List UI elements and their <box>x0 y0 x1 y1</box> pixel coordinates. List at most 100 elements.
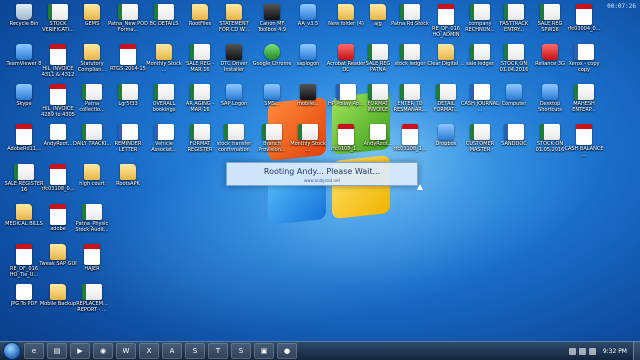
teamviewer-icon[interactable]: T <box>208 343 228 359</box>
excel-file-icon <box>470 124 490 140</box>
desktop-icon[interactable]: RootsAPK <box>108 164 148 187</box>
excel-file-icon <box>190 124 210 140</box>
excel-file-icon <box>118 84 138 100</box>
media-player-icon[interactable]: ▶ <box>70 343 90 359</box>
desktop-icon[interactable]: Xerox - copy copy <box>564 44 604 73</box>
desktop-icon[interactable]: REPLACEM... REPORT - ... <box>72 284 112 313</box>
flag-icon[interactable] <box>588 347 596 355</box>
folder-icon <box>120 164 136 180</box>
excel-file-icon <box>154 4 174 20</box>
desktop-icon[interactable]: STATEMENT FOR CD W... <box>214 4 254 33</box>
sap-icon[interactable]: S <box>231 343 251 359</box>
desktop-icon[interactable]: GEMS <box>72 4 112 27</box>
desktop-icon[interactable]: RTGS 2014-15 <box>108 44 148 72</box>
desktop-icon[interactable]: Computer <box>494 84 534 107</box>
andy-icon[interactable]: ▣ <box>254 343 274 359</box>
desktop-icon[interactable]: Canon MF Toolbox 4.9 <box>252 4 292 33</box>
desktop-icon[interactable]: MAHESH ENTERP... <box>564 84 604 113</box>
excel-file-icon <box>436 84 456 100</box>
dialog-message: Rooting Andy... Please Wait... <box>263 167 381 176</box>
desktop-icon[interactable]: OVERALL bookings <box>144 84 184 113</box>
desktop-icon[interactable]: Statutory Complian... <box>72 44 112 73</box>
desktop-icon-label: Lgr5f33 <box>118 101 138 107</box>
desktop-icon[interactable]: SMS... <box>252 84 292 107</box>
excel-icon[interactable]: X <box>139 343 159 359</box>
acrobat-icon <box>338 44 354 60</box>
desktop-icon[interactable]: SANDDOC <box>494 124 534 147</box>
desktop-icon[interactable]: Lgr5f33 <box>108 84 148 107</box>
sap-icon <box>226 84 242 100</box>
desktop-icon[interactable]: Vehicle Associat... <box>144 124 184 153</box>
desktop-icon[interactable]: ENTER TO RESMANAR... <box>390 84 430 113</box>
desktop-icon[interactable]: Patna_New POD Forma... <box>108 4 148 33</box>
pdf-file-icon <box>16 244 32 265</box>
desktop-icon[interactable]: rfc03108_1... <box>390 124 430 152</box>
taskbar-clock[interactable]: 9:32 PM <box>603 348 627 355</box>
desktop-icon-label: Computer <box>501 101 527 107</box>
app-icon <box>300 4 316 20</box>
excel-file-icon <box>470 44 490 60</box>
folder-icon <box>226 4 242 20</box>
desktop-icon[interactable]: Patna Rd Stock <box>390 4 430 27</box>
pdf-file-icon <box>50 44 66 65</box>
desktop-icon[interactable]: HAJER <box>72 244 112 272</box>
excel-file-icon <box>368 84 388 100</box>
desktop-icon[interactable]: Monthly Stock ... <box>144 44 184 73</box>
volume-icon[interactable] <box>578 347 586 355</box>
excel-file-icon <box>82 284 102 300</box>
desktop-icon[interactable]: REMINDER LETTER <box>108 124 148 153</box>
desktop-icon[interactable]: CASH BALANCE ... <box>564 124 604 158</box>
mouse-cursor <box>417 184 423 190</box>
desktop-icon-label: Monthly Stock ... <box>146 61 182 73</box>
desktop-icon[interactable]: STOCK ON 01.04.2016 <box>494 44 534 73</box>
acrobat-icon[interactable]: A <box>162 343 182 359</box>
app-icon <box>264 84 280 100</box>
desktop-icon-label: MAHESH ENTERP... <box>572 101 596 113</box>
desktop-icon[interactable]: saplogon <box>288 44 328 67</box>
desktop-icon-label: Vehicle Associat... <box>151 141 177 153</box>
skype-icon[interactable]: S <box>185 343 205 359</box>
desktop-icon[interactable]: Patna collectio... <box>72 84 112 113</box>
word-file-icon <box>504 124 524 140</box>
folder-icon <box>50 244 66 260</box>
folder-icon <box>438 44 454 60</box>
excel-file-icon <box>540 4 560 20</box>
desktop-icon[interactable]: SAP Logon <box>214 84 254 107</box>
pdf-file-icon <box>438 4 454 25</box>
desktop-icon[interactable]: Monthly Stock ... <box>288 124 328 153</box>
desktop-icon[interactable]: Google Chrome <box>252 44 292 67</box>
network-icon[interactable] <box>568 347 576 355</box>
desktop-icon-label: RE_DF_016 HO_Tie_U... <box>9 266 39 278</box>
desktop-icon[interactable]: Patna_Physic Stock Audit... <box>72 204 112 233</box>
folder-icon <box>16 204 32 220</box>
desktop-icon-label: STOCK ON 01.04.2016 <box>499 61 529 73</box>
folder-icon <box>370 4 386 20</box>
explorer-icon[interactable]: ▤ <box>47 343 67 359</box>
desktop-icon-label: HAJER <box>84 266 100 272</box>
desktop-icon-label: Patna Rd Stock <box>391 21 429 27</box>
chrome-icon[interactable]: ◉ <box>93 343 113 359</box>
desktop-icon-label: REPLACEM... REPORT - ... <box>76 301 108 313</box>
start-button[interactable] <box>3 342 21 360</box>
excel-file-icon <box>14 164 34 180</box>
desktop-icon[interactable]: rfc03004_0... <box>564 4 604 32</box>
desktop-icon[interactable]: DTC Driver Installer <box>214 44 254 73</box>
recorder-icon[interactable]: ● <box>277 343 297 359</box>
desktop-icon[interactable]: stock ledger <box>390 44 430 67</box>
app-icon <box>300 84 316 100</box>
desktop-icon[interactable]: BC DETAILS <box>144 4 184 27</box>
desktop-icon[interactable]: mobile... <box>288 84 328 107</box>
desktop-icon[interactable]: FASTTRACK ENTRY... <box>494 4 534 33</box>
desktop-icon[interactable]: high court <box>72 164 112 187</box>
system-tray: 9:32 PM <box>568 342 640 360</box>
word-file-icon <box>118 124 138 140</box>
desktop-icon-label: Statutory Complian... <box>77 61 107 73</box>
show-desktop-button[interactable] <box>633 342 640 360</box>
desktop-icon[interactable]: stock transfer confirmation <box>214 124 254 153</box>
word-icon[interactable]: W <box>116 343 136 359</box>
desktop-icon[interactable]: Branch Provision... <box>252 124 292 153</box>
desktop-icon[interactable]: AA_v3.5 <box>288 4 328 27</box>
excel-file-icon <box>400 44 420 60</box>
desktop-icon[interactable]: DAILY TRACKI... <box>72 124 112 147</box>
ie-icon[interactable]: e <box>24 343 44 359</box>
